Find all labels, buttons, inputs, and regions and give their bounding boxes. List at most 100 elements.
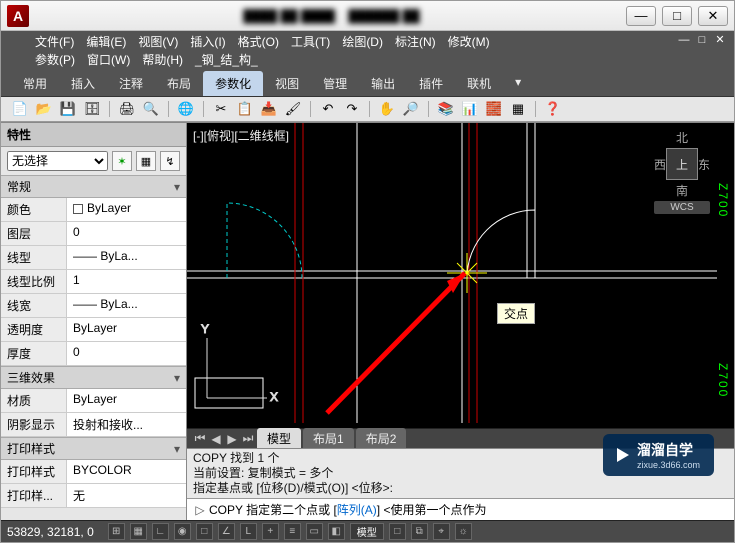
coords-readout[interactable]: 53829, 32181, 0 (7, 525, 102, 539)
osnap-icon[interactable]: □ (196, 523, 213, 540)
table-icon[interactable]: ▦ (509, 100, 527, 118)
prop-shadow[interactable]: 投射和接收... (67, 413, 186, 436)
new-icon[interactable]: 📄 (11, 100, 29, 118)
command-input[interactable]: COPY 指定第二个点或 [阵列(A)] <使用第一个点作为 (209, 499, 730, 520)
maximize-button[interactable]: □ (662, 6, 692, 26)
help-icon[interactable]: ❓ (544, 100, 562, 118)
tab-parametric[interactable]: 参数化 (203, 71, 263, 96)
menu-insert[interactable]: 插入(I) (190, 33, 225, 51)
prop-material[interactable]: ByLayer (67, 389, 186, 412)
quick-select-icon[interactable]: ✶ (112, 151, 132, 171)
qp-icon[interactable]: ▭ (306, 523, 323, 540)
menu-tool[interactable]: 工具(T) (291, 33, 330, 51)
minimize-button[interactable]: — (626, 6, 656, 26)
prop-plotstyle-table[interactable]: 无 (67, 484, 186, 507)
menu-file[interactable]: 文件(F) (35, 33, 74, 51)
wcs-label[interactable]: WCS (654, 201, 710, 214)
ribbon-expand-icon[interactable]: ▾ (503, 71, 533, 96)
layer-icon[interactable]: 📚 (437, 100, 455, 118)
tab-home[interactable]: 常用 (11, 71, 59, 96)
sheet-tab-layout1[interactable]: 布局1 (303, 428, 354, 449)
open-icon[interactable]: 📂 (35, 100, 53, 118)
close-button[interactable]: ✕ (698, 6, 728, 26)
block-icon[interactable]: 🧱 (485, 100, 503, 118)
dim-text-2: Z700 (716, 363, 730, 398)
tab-annotate[interactable]: 注释 (107, 71, 155, 96)
saveas-icon[interactable]: 🗄 (83, 100, 101, 118)
section-general[interactable]: 常规▾ (1, 175, 186, 198)
paste-icon[interactable]: 📥 (260, 100, 278, 118)
menu-window[interactable]: 窗口(W) (87, 51, 130, 69)
dyn-icon[interactable]: + (262, 523, 279, 540)
prop-ltscale[interactable]: 1 (67, 270, 186, 293)
sheet-next-icon[interactable]: ▶ (225, 432, 239, 446)
sheet-last-icon[interactable]: ⏭ (241, 431, 255, 446)
menu-help[interactable]: 帮助(H) (142, 51, 183, 69)
matchprop-icon[interactable]: 🖌 (284, 100, 302, 118)
snap-icon[interactable]: ⊞ (108, 523, 125, 540)
prop-color[interactable]: ByLayer (67, 198, 186, 221)
ortho-icon[interactable]: ∟ (152, 523, 169, 540)
lwt-icon[interactable]: ≡ (284, 523, 301, 540)
otrack-icon[interactable]: ∠ (218, 523, 235, 540)
zoom-icon[interactable]: 🔎 (402, 100, 420, 118)
print-icon[interactable]: 🖨 (118, 100, 136, 118)
command-input-row[interactable]: ▷ COPY 指定第二个点或 [阵列(A)] <使用第一个点作为 (187, 498, 734, 520)
doc-close-button[interactable]: ✕ (712, 33, 728, 47)
pick-add-icon[interactable]: ↯ (160, 151, 180, 171)
drawing-canvas[interactable]: [-][俯视][二维线框] (187, 123, 734, 428)
tab-online[interactable]: 联机 (455, 71, 503, 96)
prop-plotstyle[interactable]: BYCOLOR (67, 460, 186, 483)
view-cube[interactable]: 北 西 上 东 南 WCS (654, 129, 710, 214)
command-history[interactable]: COPY 找到 1 个 当前设置: 复制模式 = 多个 指定基点或 [位移(D)… (187, 449, 734, 498)
redo-icon[interactable]: ↷ (343, 100, 361, 118)
prop-lineweight[interactable]: —— ByLa... (67, 294, 186, 317)
sheet-first-icon[interactable]: ⏮ (193, 431, 207, 446)
tab-output[interactable]: 输出 (359, 71, 407, 96)
save-icon[interactable]: 💾 (59, 100, 77, 118)
sc-icon[interactable]: ◧ (328, 523, 345, 540)
toggle-a-icon[interactable]: □ (389, 523, 406, 540)
grid-icon[interactable]: ▦ (130, 523, 147, 540)
menu-view[interactable]: 视图(V) (138, 33, 178, 51)
menu-dimension[interactable]: 标注(N) (395, 33, 436, 51)
doc-max-button[interactable]: □ (694, 33, 710, 47)
sheet-prev-icon[interactable]: ◀ (209, 432, 223, 446)
properties-icon[interactable]: 📊 (461, 100, 479, 118)
tab-insert[interactable]: 插入 (59, 71, 107, 96)
prop-linetype[interactable]: —— ByLa... (67, 246, 186, 269)
prop-thickness[interactable]: 0 (67, 342, 186, 365)
polar-icon[interactable]: ◉ (174, 523, 191, 540)
prop-transparency[interactable]: ByLayer (67, 318, 186, 341)
menu-steel[interactable]: _钢_结_构_ (195, 51, 258, 69)
tab-view[interactable]: 视图 (263, 71, 311, 96)
menu-param[interactable]: 参数(P) (35, 51, 75, 69)
prop-layer[interactable]: 0 (67, 222, 186, 245)
toggle-b-icon[interactable]: ⧉ (411, 523, 428, 540)
model-button[interactable]: 模型 (350, 523, 384, 540)
undo-icon[interactable]: ↶ (319, 100, 337, 118)
toggle-d-icon[interactable]: ☼ (455, 523, 472, 540)
sheet-tab-layout2[interactable]: 布局2 (356, 428, 407, 449)
section-plotstyle[interactable]: 打印样式▾ (1, 437, 186, 460)
select-objects-icon[interactable]: ▦ (136, 151, 156, 171)
tab-layout[interactable]: 布局 (155, 71, 203, 96)
publish-icon[interactable]: 🌐 (177, 100, 195, 118)
view-label[interactable]: [-][俯视][二维线框] (193, 127, 289, 144)
menu-draw[interactable]: 绘图(D) (342, 33, 383, 51)
pan-icon[interactable]: ✋ (378, 100, 396, 118)
section-3deffects[interactable]: 三维效果▾ (1, 366, 186, 389)
tab-plugin[interactable]: 插件 (407, 71, 455, 96)
menu-edit[interactable]: 编辑(E) (86, 33, 126, 51)
sheet-tab-model[interactable]: 模型 (257, 428, 301, 449)
doc-min-button[interactable]: — (676, 33, 692, 47)
copy-icon[interactable]: 📋 (236, 100, 254, 118)
cut-icon[interactable]: ✂ (212, 100, 230, 118)
menu-format[interactable]: 格式(O) (238, 33, 279, 51)
ducs-icon[interactable]: L (240, 523, 257, 540)
toggle-c-icon[interactable]: ⌖ (433, 523, 450, 540)
preview-icon[interactable]: 🔍 (142, 100, 160, 118)
selection-dropdown[interactable]: 无选择 (7, 151, 108, 171)
tab-manage[interactable]: 管理 (311, 71, 359, 96)
menu-modify[interactable]: 修改(M) (448, 33, 490, 51)
